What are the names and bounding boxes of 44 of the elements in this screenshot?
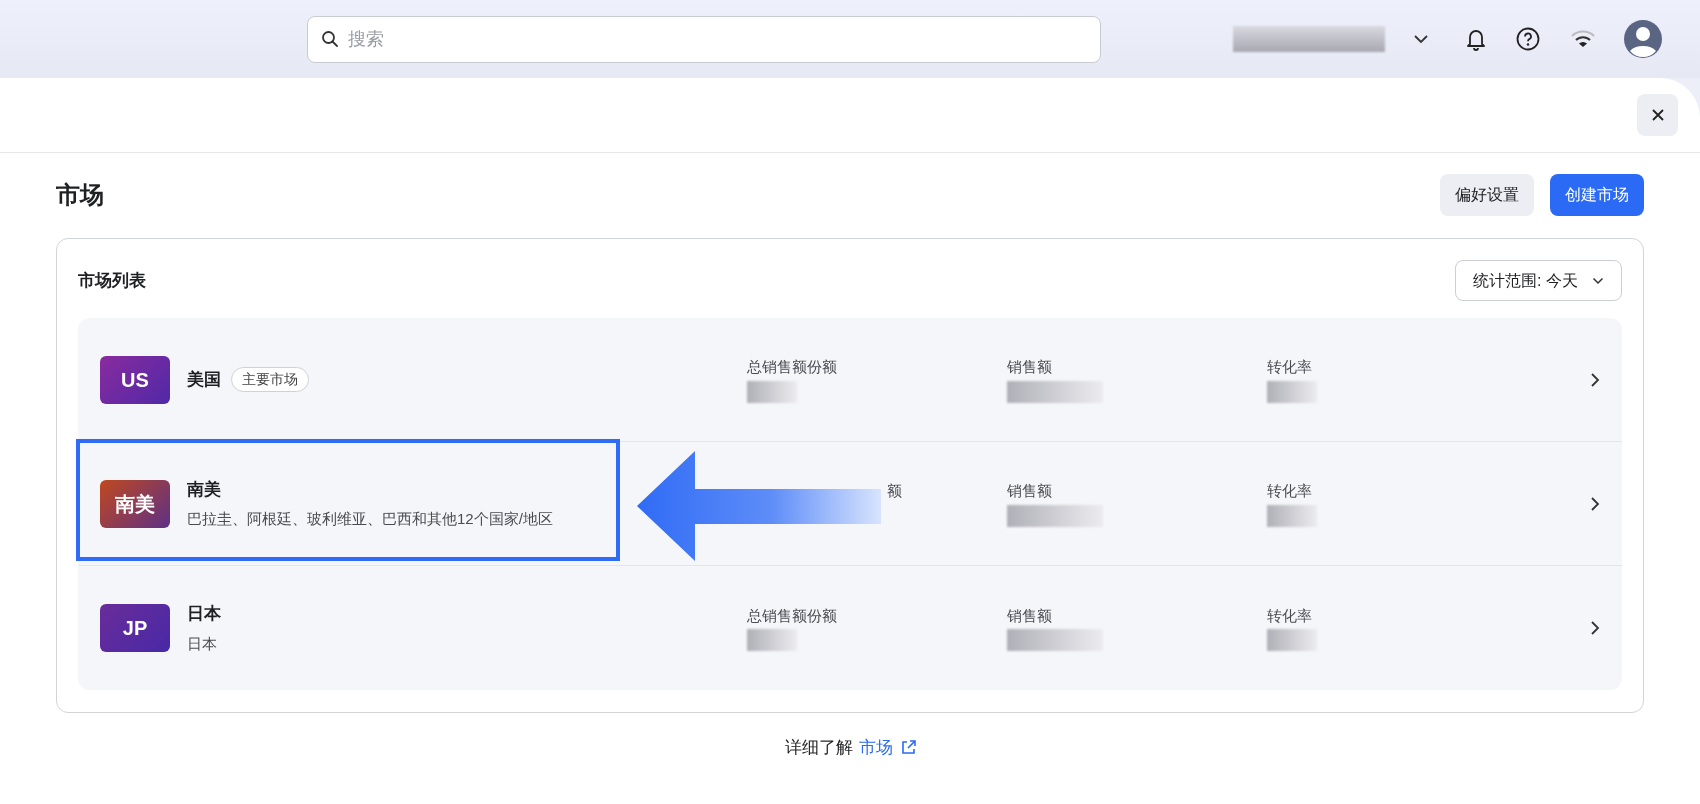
metric-label: 销售额 — [1007, 605, 1052, 626]
market-logo: US — [100, 355, 170, 404]
redacted-value — [1267, 504, 1317, 527]
market-name: 南美 — [187, 478, 221, 501]
close-button[interactable] — [1637, 94, 1678, 136]
market-name: 日本 — [187, 603, 221, 625]
chevron-right-icon[interactable] — [1590, 620, 1600, 636]
metric-label: 总销售额份额 — [747, 605, 837, 626]
market-regions: 日本 — [187, 633, 218, 654]
chevron-down-icon[interactable] — [1413, 34, 1429, 44]
bell-icon[interactable] — [1465, 27, 1487, 51]
search-field[interactable]: 搜索 — [307, 15, 1101, 63]
range-dropdown[interactable]: 统计范围: 今天 — [1455, 260, 1622, 301]
wifi-icon[interactable] — [1570, 29, 1596, 49]
metric-label: 总销售额份额 — [747, 357, 837, 378]
chevron-right-icon[interactable] — [1590, 371, 1600, 388]
metric-label: 转化率 — [1267, 605, 1312, 626]
create-market-button[interactable]: 创建市场 — [1550, 174, 1644, 216]
redacted-value — [1267, 380, 1317, 403]
market-regions: 巴拉圭、阿根廷、玻利维亚、巴西和其他12个国家/地区 — [187, 509, 554, 529]
market-logo: 南美 — [100, 479, 170, 528]
external-link-icon — [900, 740, 916, 756]
chevron-down-icon — [1592, 276, 1604, 285]
primary-market-badge: 主要市场 — [231, 367, 309, 392]
markets-link[interactable]: 市场 — [858, 735, 916, 761]
metric-label: 销售额 — [1007, 481, 1052, 502]
chevron-right-icon[interactable] — [1590, 495, 1600, 512]
help-icon[interactable] — [1516, 27, 1540, 51]
preferences-button[interactable]: 偏好设置 — [1440, 174, 1534, 216]
card-title: 市场列表 — [78, 269, 146, 292]
metric-label: 额 — [887, 481, 902, 502]
market-name: 美国 — [187, 368, 221, 391]
metric-label: 销售额 — [1007, 357, 1052, 378]
page-title: 市场 — [56, 180, 104, 210]
market-logo: JP — [100, 604, 170, 652]
metric-label: 转化率 — [1267, 357, 1312, 378]
close-icon — [1650, 108, 1665, 122]
redacted-value — [747, 629, 797, 652]
redacted-value — [1267, 629, 1317, 652]
avatar-icon[interactable] — [1624, 20, 1662, 58]
search-icon — [321, 29, 339, 48]
redacted-value — [747, 380, 797, 403]
footer-text: 详细了解 — [784, 737, 853, 759]
metric-label: 转化率 — [1267, 481, 1312, 502]
